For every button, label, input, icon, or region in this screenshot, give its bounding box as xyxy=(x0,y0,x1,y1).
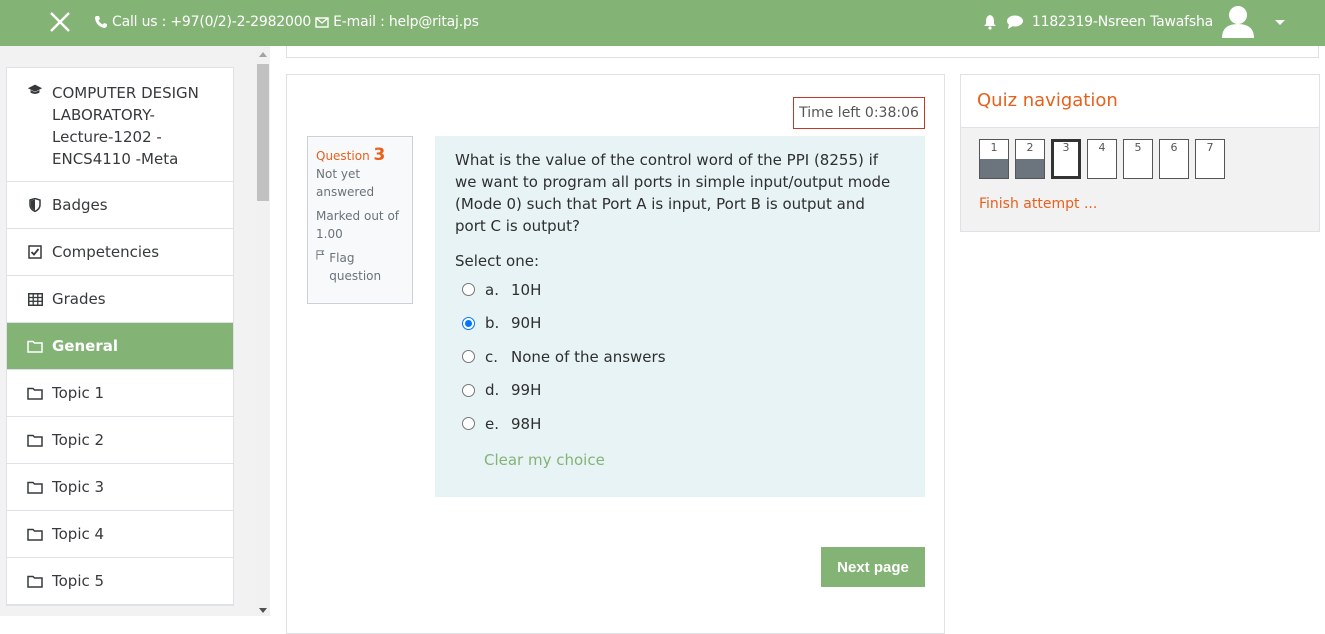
course-navigation: COMPUTER DESIGN LABORATORY-Lecture-1202 … xyxy=(6,67,234,606)
top-navbar: Call us : +97(0/2)-2-2982000 E-mail : he… xyxy=(0,0,1325,46)
radio-button[interactable] xyxy=(462,383,475,397)
quiz-navigation-block: Quiz navigation 1 2 3 4 5 6 7 Finish att… xyxy=(960,74,1320,232)
option-letter: c. xyxy=(485,347,499,366)
next-page-button[interactable]: Next page xyxy=(821,547,925,587)
sidebar-item-label: Grades xyxy=(52,290,106,308)
sidebar-item-badges[interactable]: Badges xyxy=(7,182,233,229)
flag-question-link[interactable]: Flag question xyxy=(316,249,404,285)
close-icon[interactable] xyxy=(48,10,72,34)
shield-icon xyxy=(27,197,43,213)
folder-icon xyxy=(27,479,43,495)
option-text: 90H xyxy=(511,314,542,333)
sidebar-item-topic-4[interactable]: Topic 4 xyxy=(7,511,233,558)
option-text: 10H xyxy=(511,280,542,299)
envelope-icon xyxy=(315,17,329,28)
table-icon xyxy=(27,291,43,307)
sidebar-item-label: Topic 2 xyxy=(52,431,105,449)
answer-option-b[interactable]: b. 90H xyxy=(455,307,905,341)
question-number-value: 3 xyxy=(373,145,386,165)
folder-icon xyxy=(27,338,43,354)
quiz-nav-question-6[interactable]: 6 xyxy=(1159,139,1189,179)
select-one-prompt: Select one: xyxy=(455,252,540,270)
question-text: What is the value of the control word of… xyxy=(455,151,891,235)
course-title: COMPUTER DESIGN LABORATORY-Lecture-1202 … xyxy=(52,84,199,168)
option-text: None of the answers xyxy=(511,347,666,366)
finish-attempt-link[interactable]: Finish attempt ... xyxy=(979,196,1319,212)
scroll-up-arrow-icon[interactable] xyxy=(259,52,267,57)
sidebar-item-label: Competencies xyxy=(52,243,160,261)
quiz-navigation-title: Quiz navigation xyxy=(961,75,1319,128)
sidebar-panel: COMPUTER DESIGN LABORATORY-Lecture-1202 … xyxy=(0,46,270,616)
answer-options: a. 10H b. 90H c. None of the answers d. … xyxy=(455,273,905,441)
sidebar-item-topic-5[interactable]: Topic 5 xyxy=(7,558,233,605)
flag-question-label: Flag question xyxy=(329,251,382,283)
folder-icon xyxy=(27,526,43,542)
folder-icon xyxy=(27,573,43,589)
time-left-timer: Time left 0:38:06 xyxy=(793,97,925,129)
sidebar-item-grades[interactable]: Grades xyxy=(7,276,233,323)
flag-icon xyxy=(316,250,325,260)
option-text: 99H xyxy=(511,381,542,400)
contact-info: Call us : +97(0/2)-2-2982000 E-mail : he… xyxy=(94,14,479,30)
bell-icon[interactable] xyxy=(982,14,998,30)
option-letter: a. xyxy=(485,280,499,299)
question-marks: Marked out of 1.00 xyxy=(316,209,400,241)
radio-button[interactable] xyxy=(462,283,475,297)
question-number: Question 3 xyxy=(316,146,404,165)
sidebar-item-label: Topic 3 xyxy=(52,478,105,496)
folder-icon xyxy=(27,432,43,448)
option-letter: e. xyxy=(485,414,499,433)
sidebar-item-label: Badges xyxy=(52,196,108,214)
quiz-nav-question-3[interactable]: 3 xyxy=(1051,139,1081,179)
question-buttons: 1 2 3 4 5 6 7 xyxy=(961,128,1319,179)
sidebar-scrollbar[interactable] xyxy=(256,46,270,616)
page-header-strip xyxy=(286,46,1319,58)
question-info: Question 3 Not yet answered Marked out o… xyxy=(307,136,413,304)
sidebar-item-topic-3[interactable]: Topic 3 xyxy=(7,464,233,511)
question-status: Not yet answered xyxy=(316,167,375,199)
graduation-cap-icon xyxy=(27,82,43,98)
quiz-question-panel: Time left 0:38:06 Question 3 Not yet ans… xyxy=(286,74,945,634)
option-text: 98H xyxy=(511,414,542,433)
radio-button[interactable] xyxy=(462,316,475,330)
quiz-nav-question-2[interactable]: 2 xyxy=(1015,139,1045,179)
sidebar-item-competencies[interactable]: Competencies xyxy=(7,229,233,276)
sidebar-item-course[interactable]: COMPUTER DESIGN LABORATORY-Lecture-1202 … xyxy=(7,68,233,182)
option-letter: b. xyxy=(485,314,500,333)
call-us-text: Call us : +97(0/2)-2-2982000 xyxy=(112,14,312,30)
folder-icon xyxy=(27,385,43,401)
scrollbar-thumb[interactable] xyxy=(257,64,269,201)
sidebar-item-label: General xyxy=(52,337,118,355)
clear-my-choice-link[interactable]: Clear my choice xyxy=(484,449,905,471)
scroll-down-arrow-icon[interactable] xyxy=(259,608,267,613)
radio-button[interactable] xyxy=(462,350,475,364)
chat-icon[interactable] xyxy=(1006,14,1024,30)
email-text: E-mail : help@ritaj.ps xyxy=(333,14,479,30)
avatar[interactable] xyxy=(1221,4,1255,40)
phone-icon xyxy=(95,16,107,28)
question-label: Question xyxy=(316,149,370,163)
sidebar-item-topic-1[interactable]: Topic 1 xyxy=(7,370,233,417)
quiz-nav-question-5[interactable]: 5 xyxy=(1123,139,1153,179)
quiz-nav-question-4[interactable]: 4 xyxy=(1087,139,1117,179)
sidebar-item-label: Topic 5 xyxy=(52,572,105,590)
answer-option-c[interactable]: c. None of the answers xyxy=(455,340,905,374)
sidebar-item-label: Topic 1 xyxy=(52,384,105,402)
quiz-nav-question-7[interactable]: 7 xyxy=(1195,139,1225,179)
answer-option-d[interactable]: d. 99H xyxy=(455,374,905,408)
answer-option-e[interactable]: e. 98H xyxy=(455,407,905,441)
option-letter: d. xyxy=(485,381,500,400)
sidebar-item-topic-2[interactable]: Topic 2 xyxy=(7,417,233,464)
chevron-down-icon[interactable] xyxy=(1275,19,1285,25)
radio-button[interactable] xyxy=(462,417,475,431)
user-menu[interactable]: 1182319-Nsreen Tawafsha xyxy=(982,4,1285,40)
user-name: 1182319-Nsreen Tawafsha xyxy=(1031,14,1213,30)
sidebar-item-label: Topic 4 xyxy=(52,525,105,543)
quiz-nav-question-1[interactable]: 1 xyxy=(979,139,1009,179)
checkbox-checked-icon xyxy=(27,244,43,260)
question-content: What is the value of the control word of… xyxy=(435,136,925,497)
answer-option-a[interactable]: a. 10H xyxy=(455,273,905,307)
sidebar-item-general[interactable]: General xyxy=(7,323,233,370)
